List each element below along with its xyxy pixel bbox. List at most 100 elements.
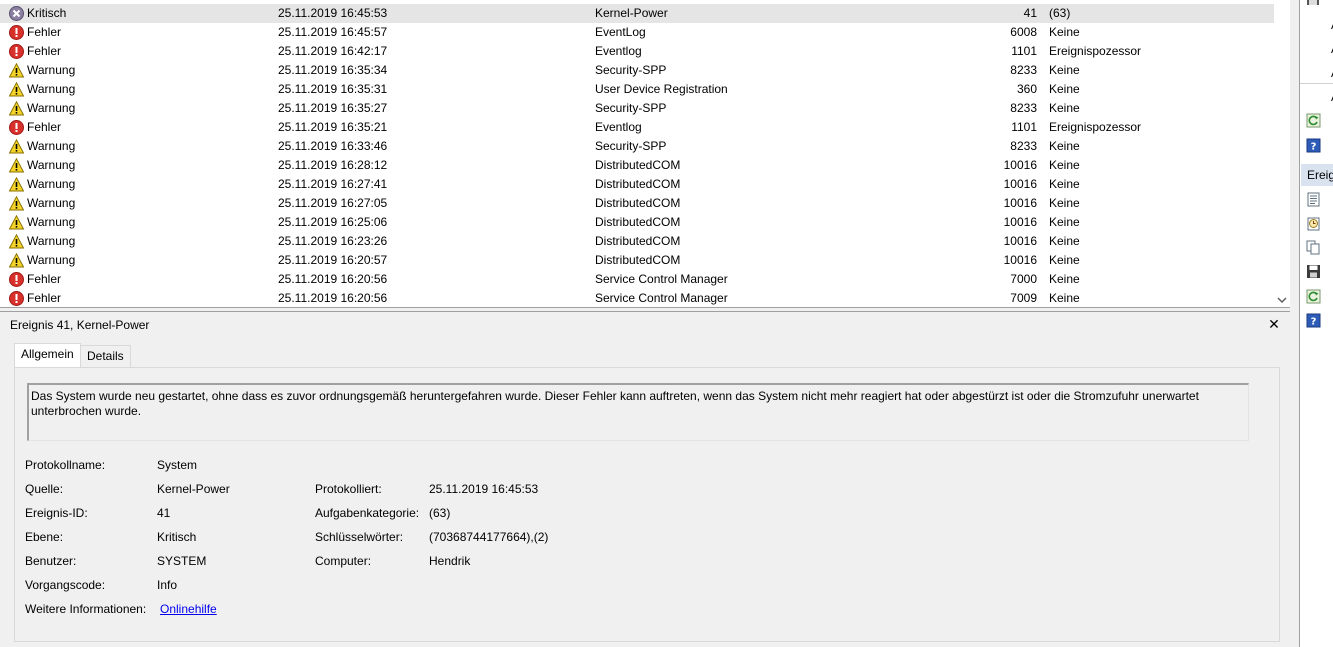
event-id: 7009	[1010, 291, 1037, 305]
save-icon	[1307, 265, 1320, 278]
event-source: DistributedCOM	[595, 177, 681, 191]
event-id: 41	[1023, 6, 1037, 20]
event-description[interactable]: Das System wurde neu gestartet, ohne das…	[27, 383, 1249, 441]
warning-icon	[9, 158, 24, 173]
keywords-label: Schlüsselwörter:	[315, 530, 404, 544]
copy-icon	[1306, 240, 1320, 255]
user-label: Benutzer:	[25, 554, 77, 568]
event-source: Security-SPP	[595, 63, 667, 77]
event-row[interactable]: Warnung 25.11.2019 16:27:41 DistributedCOM…	[0, 175, 1274, 194]
event-row[interactable]: Warnung 25.11.2019 16:20:57 DistributedCOM…	[0, 251, 1274, 270]
action-item[interactable]: ?I	[1306, 312, 1333, 330]
help-icon: ?	[1306, 138, 1321, 153]
action-item[interactable]: I	[1306, 239, 1333, 257]
warning-icon	[9, 253, 24, 268]
action-item[interactable]: A	[1306, 215, 1333, 233]
error-icon	[9, 272, 24, 287]
event-datetime: 25.11.2019 16:45:57	[278, 25, 388, 39]
error-icon	[9, 291, 24, 306]
event-row[interactable]: Fehler 25.11.2019 16:45:57 EventLog 6008 Kei…	[0, 23, 1274, 42]
event-category: Keine	[1049, 158, 1080, 172]
event-category: Keine	[1049, 272, 1080, 286]
event-source: Service Control Manager	[595, 272, 728, 286]
event-id: 8233	[1010, 63, 1037, 77]
event-row[interactable]: Warnung 25.11.2019 16:28:12 DistributedCOM…	[0, 156, 1274, 175]
event-datetime: 25.11.2019 16:27:41	[278, 177, 388, 191]
event-category: Keine	[1049, 253, 1080, 267]
event-datetime: 25.11.2019 16:35:21	[278, 120, 388, 134]
event-row[interactable]: Warnung 25.11.2019 16:23:26 DistributedCOM…	[0, 232, 1274, 251]
event-list[interactable]: Kritisch 25.11.2019 16:45:53 Kernel-Power 4…	[0, 0, 1290, 308]
event-source: Service Control Manager	[595, 291, 728, 305]
source-value: Kernel-Power	[157, 482, 230, 496]
error-icon	[9, 25, 24, 40]
logged-label: Protokolliert:	[315, 482, 382, 496]
event-datetime: 25.11.2019 16:25:06	[278, 215, 388, 229]
action-item[interactable]: I	[1306, 191, 1333, 209]
computer-label: Computer:	[315, 554, 372, 568]
event-id: 1101	[1011, 44, 1037, 58]
log-name-label: Protokollname:	[25, 458, 106, 472]
event-level: Fehler	[27, 291, 62, 305]
event-row[interactable]: Fehler 25.11.2019 16:42:17 Eventlog 1101 Ere…	[0, 42, 1274, 61]
event-row[interactable]: Fehler 25.11.2019 16:20:56 Service Control…	[0, 289, 1274, 307]
help-icon: ?	[1306, 313, 1321, 328]
vertical-scrollbar[interactable]	[1274, 0, 1290, 307]
event-datetime: 25.11.2019 16:35:34	[278, 63, 388, 77]
svg-text:?: ?	[1311, 142, 1317, 153]
event-source: DistributedCOM	[595, 234, 681, 248]
event-source: DistributedCOM	[595, 215, 681, 229]
event-row[interactable]: Warnung 25.11.2019 16:25:06 DistributedCOM…	[0, 213, 1274, 232]
event-level: Fehler	[27, 25, 62, 39]
event-id-label: Ereignis-ID:	[25, 506, 88, 520]
event-row[interactable]: Fehler 25.11.2019 16:35:21 Eventlog 1101 Ere…	[0, 118, 1274, 137]
event-level: Warnung	[27, 82, 76, 96]
event-source: Eventlog	[595, 44, 642, 58]
event-properties-icon	[1307, 192, 1320, 207]
event-row[interactable]: Warnung 25.11.2019 16:35:34 Security-SPP 82…	[0, 61, 1274, 80]
tab-details[interactable]: Details	[80, 345, 131, 368]
event-row[interactable]: Fehler 25.11.2019 16:20:56 Service Control…	[0, 270, 1274, 289]
warning-icon	[9, 177, 24, 192]
opcode-value: Info	[157, 578, 178, 592]
event-row[interactable]: Kritisch 25.11.2019 16:45:53 Kernel-Power 4…	[0, 4, 1274, 23]
online-help-link[interactable]: Onlinehilfe	[160, 602, 217, 616]
event-id: 10016	[1003, 253, 1037, 267]
event-category: Keine	[1049, 82, 1080, 96]
event-source: DistributedCOM	[595, 158, 681, 172]
event-row[interactable]: Warnung 25.11.2019 16:27:05 DistributedCOM…	[0, 194, 1274, 213]
event-datetime: 25.11.2019 16:45:53	[278, 6, 388, 20]
save-icon[interactable]	[1306, 0, 1321, 6]
event-row[interactable]: Warnung 25.11.2019 16:35:31 User Device Re…	[0, 80, 1274, 99]
event-row[interactable]: Warnung 25.11.2019 16:35:27 Security-SPP 82…	[0, 99, 1274, 118]
attach-task-icon	[1307, 217, 1320, 231]
event-source: User Device Registration	[595, 82, 728, 96]
event-id: 360	[1016, 82, 1037, 96]
chevron-down-icon[interactable]	[1276, 294, 1288, 306]
event-category: Keine	[1049, 101, 1080, 115]
event-category: Keine	[1049, 177, 1080, 191]
event-source: Security-SPP	[595, 101, 667, 115]
warning-icon	[9, 101, 24, 116]
event-id: 8233	[1010, 101, 1037, 115]
event-datetime: 25.11.2019 16:20:57	[278, 253, 388, 267]
event-category: Keine	[1049, 139, 1080, 153]
event-row[interactable]: Warnung 25.11.2019 16:33:46 Security-SPP 82…	[0, 137, 1274, 156]
action-item[interactable]: A	[1306, 112, 1333, 130]
event-category: Ereignispozessor	[1049, 44, 1142, 58]
tab-general[interactable]: Allgemein	[14, 343, 81, 368]
event-actions-header[interactable]: Ereig	[1301, 164, 1333, 186]
event-source: Eventlog	[595, 120, 642, 134]
event-id: 10016	[1003, 158, 1037, 172]
divider	[1300, 83, 1333, 84]
action-item[interactable]: A	[1306, 288, 1333, 306]
event-source: DistributedCOM	[595, 253, 681, 267]
close-icon[interactable]: ✕	[1266, 316, 1282, 332]
event-level: Warnung	[27, 139, 76, 153]
event-datetime: 25.11.2019 16:20:56	[278, 272, 388, 286]
more-info-label: Weitere Informationen:	[25, 602, 147, 616]
action-item[interactable]: ?I	[1306, 137, 1333, 155]
level-label: Ebene:	[25, 530, 64, 544]
event-id: 10016	[1003, 215, 1037, 229]
action-item[interactable]: A	[1306, 263, 1333, 281]
